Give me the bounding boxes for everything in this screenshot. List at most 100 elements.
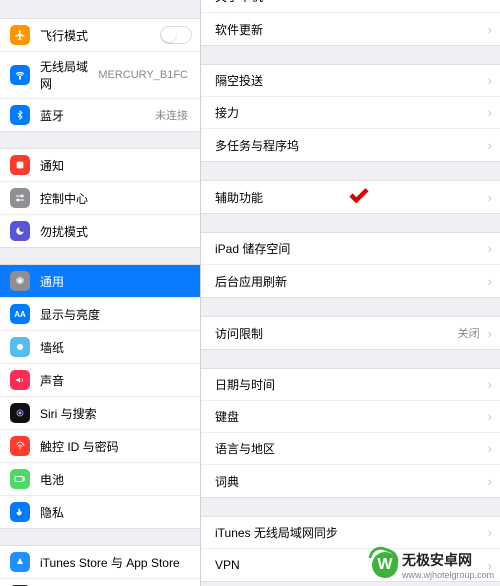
sidebar-item-label: 隐私: [40, 504, 192, 521]
background-refresh-row[interactable]: 后台应用刷新 ›: [201, 265, 500, 297]
chevron-right-icon: ›: [488, 441, 492, 456]
chevron-right-icon: ›: [488, 73, 492, 88]
notification-icon: [10, 155, 30, 175]
chevron-right-icon: ›: [488, 274, 492, 289]
sidebar-item-label: 控制中心: [40, 190, 192, 207]
settings-sidebar: 飞行模式 无线局域网 MERCURY_B1FC 蓝牙 未连接 通知: [0, 0, 200, 586]
sidebar-general[interactable]: 通用: [0, 265, 200, 298]
chevron-right-icon: ›: [488, 0, 492, 4]
chevron-right-icon: ›: [488, 474, 492, 489]
sidebar-item-label: 勿扰模式: [40, 223, 192, 240]
sidebar-item-label: 声音: [40, 372, 192, 389]
sidebar-airplane-mode[interactable]: 飞行模式: [0, 19, 200, 52]
row-label: 日期与时间: [215, 376, 484, 393]
chevron-right-icon: ›: [488, 22, 492, 37]
sidebar-item-label: 电池: [40, 471, 192, 488]
sidebar-item-label: 无线局域网: [40, 58, 98, 92]
sound-icon: [10, 370, 30, 390]
row-label: 后台应用刷新: [215, 273, 484, 290]
dictionary-row[interactable]: 词典 ›: [201, 465, 500, 497]
watermark-url: www.wjhotelgroup.com: [402, 570, 494, 580]
handoff-row[interactable]: 接力 ›: [201, 97, 500, 129]
chevron-right-icon: ›: [488, 409, 492, 424]
row-label: iPad 储存空间: [215, 240, 484, 257]
about-row[interactable]: 关于本机 ›: [201, 0, 500, 13]
battery-icon: [10, 469, 30, 489]
row-label: 语言与地区: [215, 440, 484, 457]
sidebar-item-label: 飞行模式: [40, 27, 160, 44]
multitasking-row[interactable]: 多任务与程序坞 ›: [201, 129, 500, 161]
hand-icon: [10, 502, 30, 522]
sidebar-sounds[interactable]: 声音: [0, 364, 200, 397]
restrictions-detail: 关闭: [458, 325, 480, 341]
sidebar-touchid[interactable]: 触控 ID 与密码: [0, 430, 200, 463]
appstore-icon: [10, 552, 30, 572]
watermark-icon: W: [372, 552, 398, 578]
wallpaper-icon: [10, 337, 30, 357]
bluetooth-icon: [10, 105, 30, 125]
sidebar-wallet[interactable]: 钱包与 Apple Pay: [0, 579, 200, 586]
wifi-detail: MERCURY_B1FC: [98, 69, 188, 81]
keyboard-row[interactable]: 键盘 ›: [201, 401, 500, 433]
sidebar-battery[interactable]: 电池: [0, 463, 200, 496]
sidebar-dnd[interactable]: 勿扰模式: [0, 215, 200, 247]
sidebar-item-label: 通用: [40, 273, 192, 290]
sidebar-item-label: iTunes Store 与 App Store: [40, 554, 192, 571]
airplane-toggle[interactable]: [160, 26, 192, 44]
main-group: 关于本机 › 软件更新 ›: [201, 0, 500, 46]
storage-row[interactable]: iPad 储存空间 ›: [201, 233, 500, 265]
main-group: iPad 储存空间 › 后台应用刷新 ›: [201, 232, 500, 298]
sidebar-group: 通用 AA 显示与亮度 墙纸 声音 Siri 与搜索: [0, 264, 200, 529]
sidebar-wifi[interactable]: 无线局域网 MERCURY_B1FC: [0, 52, 200, 99]
main-group: 访问限制 关闭 ›: [201, 316, 500, 350]
sidebar-display[interactable]: AA 显示与亮度: [0, 298, 200, 331]
bt-detail: 未连接: [155, 107, 188, 123]
row-label: 隔空投送: [215, 72, 484, 89]
sidebar-item-label: 触控 ID 与密码: [40, 438, 192, 455]
sidebar-group: 通知 控制中心 勿扰模式: [0, 148, 200, 248]
fingerprint-icon: [10, 436, 30, 456]
sidebar-group: iTunes Store 与 App Store 钱包与 Apple Pay: [0, 545, 200, 586]
sidebar-control-center[interactable]: 控制中心: [0, 182, 200, 215]
date-time-row[interactable]: 日期与时间 ›: [201, 369, 500, 401]
watermark-text: 无极安卓网: [402, 550, 494, 570]
sidebar-privacy[interactable]: 隐私: [0, 496, 200, 528]
row-label: 多任务与程序坞: [215, 137, 484, 154]
sidebar-bluetooth[interactable]: 蓝牙 未连接: [0, 99, 200, 131]
row-label: 接力: [215, 104, 484, 121]
sidebar-siri[interactable]: Siri 与搜索: [0, 397, 200, 430]
software-update-row[interactable]: 软件更新 ›: [201, 13, 500, 45]
chevron-right-icon: ›: [488, 138, 492, 153]
sidebar-item-label: 显示与亮度: [40, 306, 192, 323]
sidebar-itunes-appstore[interactable]: iTunes Store 与 App Store: [0, 546, 200, 579]
main-group: 隔空投送 › 接力 › 多任务与程序坞 ›: [201, 64, 500, 162]
sidebar-group: 飞行模式 无线局域网 MERCURY_B1FC 蓝牙 未连接: [0, 18, 200, 132]
sidebar-item-label: 蓝牙: [40, 107, 155, 124]
row-label: 访问限制: [215, 325, 458, 342]
gear-icon: [10, 271, 30, 291]
row-label: 词典: [215, 473, 484, 490]
sidebar-item-label: 墙纸: [40, 339, 192, 356]
wifi-icon: [10, 65, 30, 85]
language-region-row[interactable]: 语言与地区 ›: [201, 433, 500, 465]
chevron-right-icon: ›: [488, 105, 492, 120]
control-center-icon: [10, 188, 30, 208]
checkmark-icon: [348, 187, 370, 203]
row-label: 软件更新: [215, 21, 484, 38]
accessibility-row[interactable]: 辅助功能 ›: [201, 181, 500, 213]
moon-icon: [10, 221, 30, 241]
chevron-right-icon: ›: [488, 525, 492, 540]
sidebar-notifications[interactable]: 通知: [0, 149, 200, 182]
itunes-wifi-sync-row[interactable]: iTunes 无线局域网同步 ›: [201, 517, 500, 549]
row-label: 键盘: [215, 408, 484, 425]
airdrop-row[interactable]: 隔空投送 ›: [201, 65, 500, 97]
chevron-right-icon: ›: [488, 190, 492, 205]
general-settings-main: 关于本机 › 软件更新 › 隔空投送 › 接力 › 多任务与程序坞 › 辅助功能…: [200, 0, 500, 586]
sidebar-wallpaper[interactable]: 墙纸: [0, 331, 200, 364]
chevron-right-icon: ›: [488, 377, 492, 392]
row-label: iTunes 无线局域网同步: [215, 524, 484, 541]
restrictions-row[interactable]: 访问限制 关闭 ›: [201, 317, 500, 349]
row-label: 关于本机: [215, 0, 484, 5]
chevron-right-icon: ›: [488, 241, 492, 256]
display-icon: AA: [10, 304, 30, 324]
